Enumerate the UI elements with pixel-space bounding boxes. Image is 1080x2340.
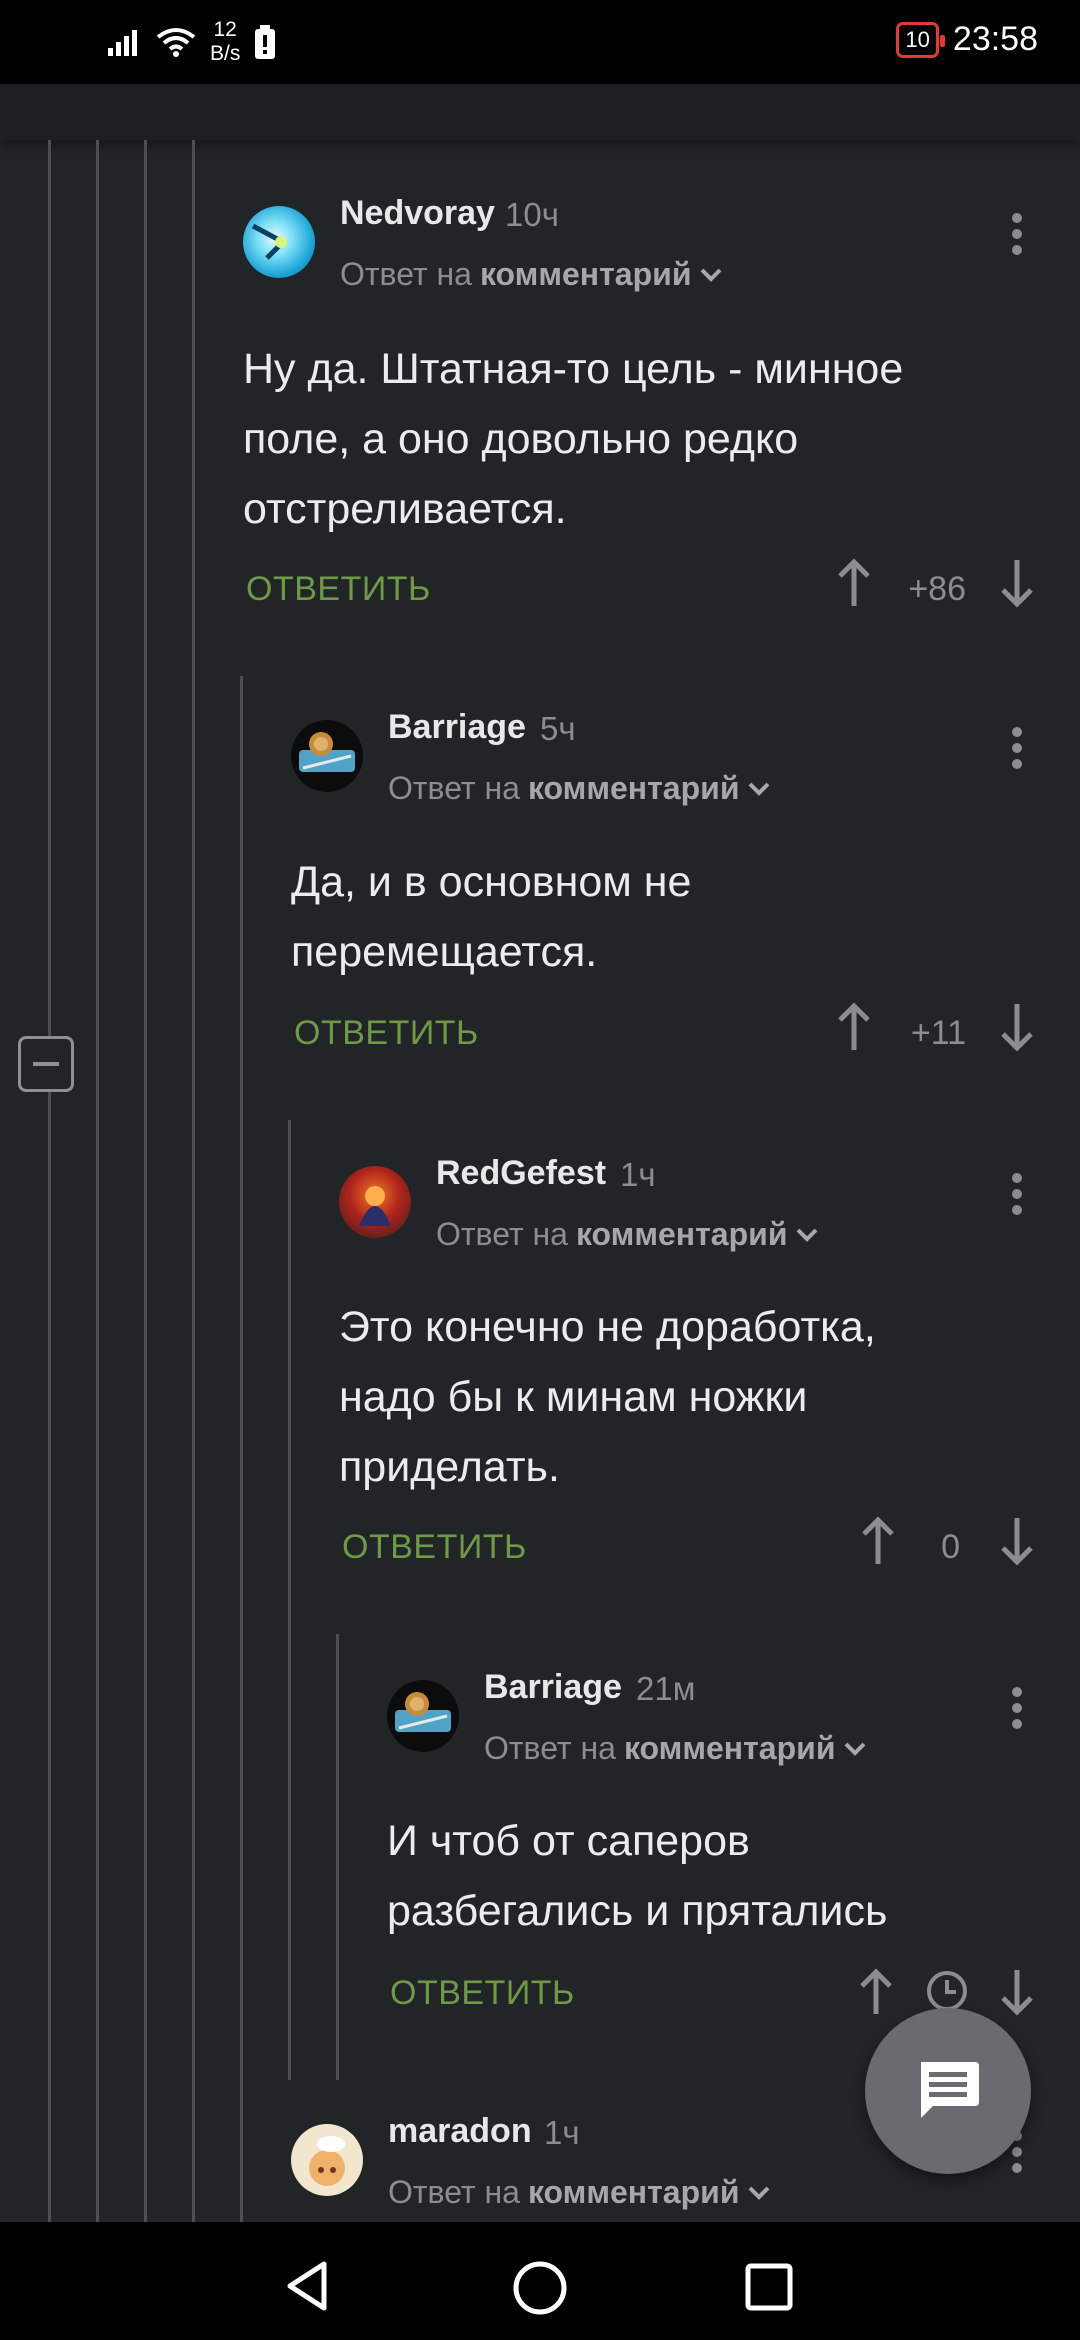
comment-time: 1ч [620,1156,656,1193]
avatar[interactable] [387,1680,459,1752]
comment-text: Ну да. Штатная-то цель - минное поле, а … [243,345,904,533]
reply-button[interactable]: ОТВЕТИТЬ [390,1974,575,2013]
comment-time: 1ч [544,2114,580,2151]
home-icon[interactable] [512,2260,568,2316]
back-icon[interactable] [284,2260,330,2312]
status-bar: 12 B/s 10 23:58 [0,0,1080,84]
chevron-down-icon [701,268,722,282]
thread-line [192,140,195,2222]
upvote-icon[interactable] [836,1000,872,1054]
chevron-down-icon [749,2186,770,2200]
chat-icon [921,2062,979,2118]
app-header [0,84,1080,140]
chevron-down-icon [749,782,770,796]
comment-author[interactable]: Nedvoray [340,194,495,233]
comment-time: 10ч [505,196,559,233]
reply-to-link[interactable]: Ответ на комментарий [436,1216,819,1253]
comment-text: Да, и в основном не перемещается. [291,858,692,976]
more-options-icon[interactable] [997,1168,1037,1228]
chevron-down-icon [797,1228,818,1242]
avatar[interactable] [243,206,315,278]
system-nav-bar [0,2222,1080,2340]
avatar[interactable] [291,2124,363,2196]
reply-to-link[interactable]: Ответ на комментарий [340,256,723,293]
collapse-thread-button[interactable] [18,1036,74,1092]
upvote-icon[interactable] [860,1514,896,1568]
clock-icon [927,1971,967,2011]
upvote-icon[interactable] [858,1966,894,2018]
more-options-icon[interactable] [997,208,1037,268]
avatar[interactable] [291,720,363,792]
downvote-icon[interactable] [999,1000,1035,1054]
thread-line [96,140,99,2222]
avatar[interactable] [339,1166,411,1238]
upvote-icon[interactable] [836,556,872,610]
comment-fab-button[interactable] [865,2008,1031,2174]
reply-to-link[interactable]: Ответ на комментарий [388,2174,771,2211]
downvote-icon[interactable] [999,1966,1035,2018]
comment-score: +11 [910,1014,966,1052]
recents-icon[interactable] [744,2262,794,2312]
nest-line [240,676,243,2222]
battery-alert-icon [255,25,276,59]
comment-text: Это конечно не доработка, надо бы к мина… [339,1303,876,1491]
clock: 23:58 [952,20,1038,58]
network-speed: 12 B/s [210,18,241,65]
wifi-icon [156,28,196,57]
comment-score: 0 [941,1528,960,1566]
reply-to-link[interactable]: Ответ на комментарий [388,770,771,807]
comment-author[interactable]: maradon [388,2112,532,2151]
nest-line [288,1120,291,2080]
comment-author[interactable]: RedGefest [436,1154,606,1193]
signal-icon [108,30,137,56]
downvote-icon[interactable] [999,1514,1035,1568]
reply-button[interactable]: ОТВЕТИТЬ [294,1014,479,1053]
comment-score: +86 [908,570,966,608]
comment-author[interactable]: Barriage [484,1668,622,1707]
more-options-icon[interactable] [997,722,1037,782]
more-options-icon[interactable] [997,1682,1037,1742]
comment-text: И чтоб от саперов разбегались и пряталис… [387,1817,888,1935]
chevron-down-icon [845,1742,866,1756]
comment-time: 5ч [540,710,576,747]
thread-line [48,140,51,2222]
thread-line [144,140,147,2222]
comment-author[interactable]: Barriage [388,708,526,747]
reply-button[interactable]: ОТВЕТИТЬ [342,1528,527,1567]
nest-line [336,1634,339,2080]
reply-to-link[interactable]: Ответ на комментарий [484,1730,867,1767]
reply-button[interactable]: ОТВЕТИТЬ [246,570,431,609]
comment-time: 21м [636,1670,696,1707]
downvote-icon[interactable] [999,556,1035,610]
battery-indicator: 10 [896,21,946,58]
